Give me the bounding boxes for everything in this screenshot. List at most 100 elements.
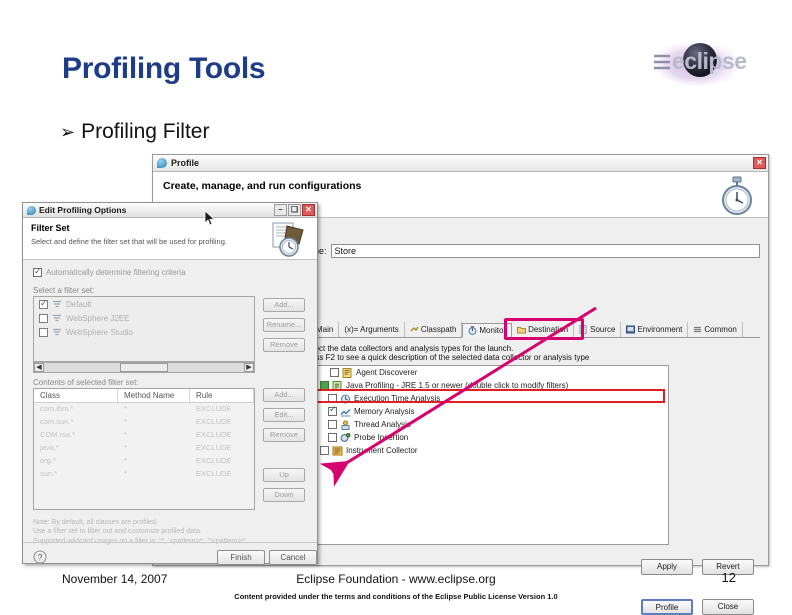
move-up-button[interactable]: Up [263,468,305,482]
tree-item-agent-discoverer[interactable]: Agent Discoverer [304,366,668,379]
scroll-left-icon[interactable]: ◀ [34,363,44,372]
footer-organization: Eclipse Foundation - www.eclipse.org [296,572,496,586]
tab-classpath[interactable]: Classpath [405,322,463,337]
close-icon[interactable]: ✕ [302,204,315,216]
config-name-input[interactable]: Store [330,244,760,258]
filter-set-add-button[interactable]: Add... [263,298,305,312]
tab-arguments[interactable]: (x)= Arguments [339,322,405,337]
auto-determine-label: Automatically determine filtering criter… [46,268,186,277]
profile-dialog-titlebar[interactable]: Profile ✕ [153,155,768,172]
instrument-collector-icon [332,446,343,455]
column-header-method[interactable]: Method Name [118,389,190,402]
checkbox-execution-time-analysis[interactable] [328,394,337,403]
close-button[interactable]: Close [702,599,754,615]
filter-set-item-websphere-studio[interactable]: WebSphere Studio [34,325,254,339]
help-question-icon[interactable]: ? [33,550,47,564]
table-row[interactable]: org.* * EXCLUDE [34,455,254,468]
scrollbar-thumb[interactable] [120,363,168,372]
filter-set-label: WebSphere Studio [66,327,134,337]
instruction-line-2: Press F2 to see a quick description of t… [303,353,590,362]
execution-time-icon [341,394,350,403]
data-collectors-tree[interactable]: Agent Discoverer − Java Profiling - JRE … [303,365,669,545]
cancel-button[interactable]: Cancel [269,550,317,565]
checkbox-filter-set-websphere-j2ee[interactable] [39,313,48,323]
table-row[interactable]: sun.* * EXCLUDE [34,468,254,481]
cell-method: * [124,456,127,465]
table-row[interactable]: COM.rsa.* * EXCLUDE [34,429,254,442]
column-header-class[interactable]: Class [34,389,118,402]
source-icon [579,325,587,334]
minimize-icon[interactable]: – [274,204,287,216]
tree-item-memory-analysis[interactable]: Memory Analysis [304,405,668,418]
stopwatch-icon [722,176,752,215]
tab-source[interactable]: Source [574,322,622,337]
table-row[interactable]: java.* * EXCLUDE [34,442,254,455]
finish-button[interactable]: Finish [217,550,265,565]
bullet-label: Profiling Filter [81,120,210,143]
instruction-line-1: Select the data collectors and analysis … [303,344,514,353]
scroll-right-icon[interactable]: ▶ [244,363,254,372]
monitor-icon [468,326,477,335]
tree-item-thread-analysis[interactable]: Thread Analysis [304,418,668,431]
filter-set-item-default[interactable]: Default [34,297,254,311]
tree-item-execution-time-analysis[interactable]: Execution Time Analysis [304,392,668,405]
edit-dialog-titlebar[interactable]: Edit Profiling Options – ❑ ✕ [23,203,317,218]
filter-set-rename-button[interactable]: Rename... [263,318,305,332]
edit-dialog-banner: Filter Set Select and define the filter … [23,218,317,260]
tab-environment[interactable]: Environment [621,322,689,337]
tab-common[interactable]: Common [688,322,743,337]
filter-edit-button[interactable]: Edit... [263,408,305,422]
cell-rule: EXCLUDE [196,443,232,452]
filter-icon [53,300,61,307]
column-header-rule[interactable]: Rule [190,389,254,402]
auto-determine-checkbox[interactable] [33,266,42,277]
checkbox-agent-discoverer[interactable] [330,368,339,377]
checkbox-thread-analysis[interactable] [328,420,337,429]
tab-monitor[interactable]: Monitor [462,323,513,338]
filter-add-button[interactable]: Add... [263,388,305,402]
filter-set-remove-button: Remove [263,338,305,352]
filter-set-label: Default [66,299,92,309]
tree-item-probe-insertion[interactable]: Probe Insertion [304,431,668,444]
tree-label: Execution Time Analysis [354,394,441,403]
filter-set-subtitle: Select and define the filter set that wi… [31,237,227,246]
eclipse-window-icon [27,205,36,215]
tree-item-java-profiling[interactable]: − Java Profiling - JRE 1.5 or newer (dou… [304,379,668,392]
checkbox-memory-analysis[interactable] [328,405,337,416]
tab-source-label: Source [590,325,616,334]
checkbox-instrument-collector[interactable] [320,446,329,455]
footer-divider [23,542,317,543]
edit-dialog-title: Edit Profiling Options [39,205,127,215]
thread-analysis-icon [341,420,350,430]
move-down-button[interactable]: Down [263,488,305,502]
close-icon[interactable]: ✕ [753,157,766,169]
checkbox-filter-set-default[interactable] [39,298,48,309]
filter-set-list[interactable]: Default WebSphere J2EE WebSphere Studio [33,296,255,362]
common-icon [694,326,702,333]
cell-class: java.* [40,443,59,452]
checkbox-filter-set-websphere-studio[interactable] [39,327,48,337]
table-row[interactable]: com.sun.* * EXCLUDE [34,416,254,429]
tree-item-instrument-collector[interactable]: + Instrument Collector [304,444,668,457]
auto-determine-row[interactable]: Automatically determine filtering criter… [33,266,186,277]
footer-page-number: 12 [721,570,736,585]
cell-class: COM.rsa.* [40,430,76,439]
checkbox-probe-insertion[interactable] [328,433,337,442]
maximize-icon[interactable]: ❑ [288,204,301,216]
filter-set-horizontal-scrollbar[interactable]: ◀ ▶ [33,362,255,373]
table-row[interactable]: com.ibm.* * EXCLUDE [34,403,254,416]
tab-common-label: Common [704,325,737,334]
profile-button[interactable]: Profile [641,599,693,615]
eclipse-logo-icon: eclipse [654,38,747,86]
filter-set-item-websphere-j2ee[interactable]: WebSphere J2EE [34,311,254,325]
tree-label: Agent Discoverer [356,368,418,377]
tab-destination[interactable]: Destination [512,322,575,337]
filter-icon [53,314,61,321]
java-profiling-icon [332,380,342,391]
config-tabs: Main (x)= Arguments Classpath Monitor De… [300,321,760,338]
checkbox-java-profiling[interactable] [320,381,329,390]
agent-discoverer-icon [342,367,352,378]
cell-class: org.* [40,456,56,465]
filter-contents-table[interactable]: Class Method Name Rule com.ibm.* * EXCLU… [33,388,255,510]
config-name-row: Name: Store [300,244,760,258]
